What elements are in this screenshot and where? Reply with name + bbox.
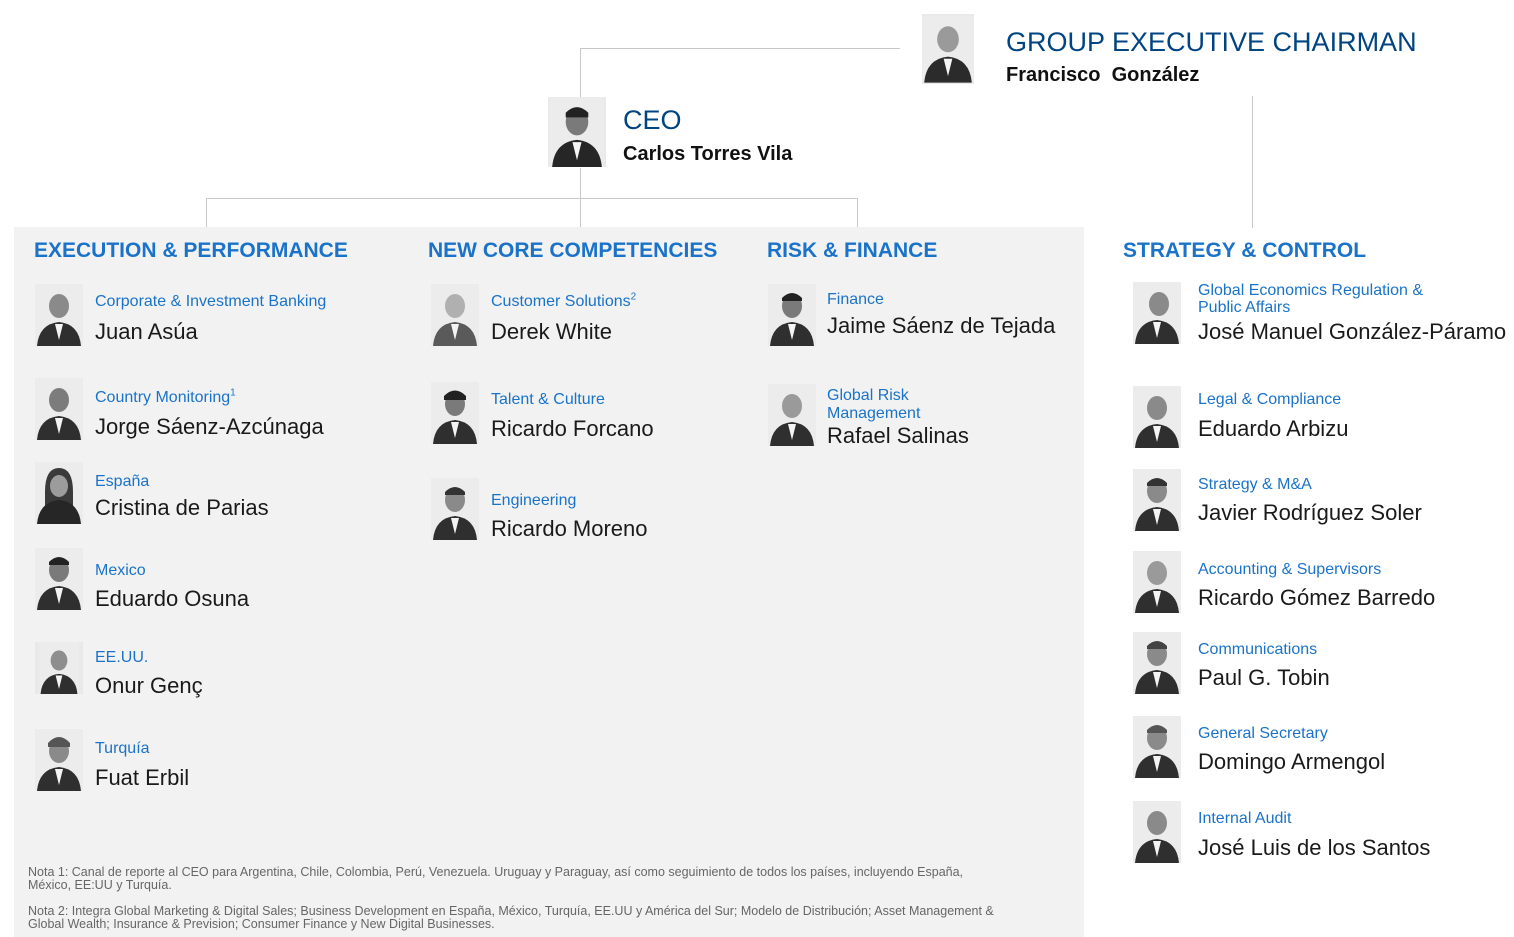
person-role: Legal & Compliance (1198, 391, 1342, 408)
person-name: Fuat Erbil (95, 765, 190, 790)
section-title-execution: EXECUTION & PERFORMANCE (34, 239, 348, 262)
person-photo (1133, 551, 1181, 613)
person-role: Corporate & Investment Banking (95, 293, 327, 310)
person-name: José Manuel González-Páramo (1198, 319, 1507, 344)
connector-line (1252, 96, 1253, 228)
person-role: Engineering (491, 492, 577, 509)
ceo-name: Carlos Torres Vila (623, 143, 793, 165)
person-name: Eduardo Arbizu (1198, 416, 1349, 441)
person-photo (1133, 386, 1181, 448)
person-role: Communications (1198, 641, 1318, 658)
person-name: Eduardo Osuna (95, 586, 250, 611)
person-role: España (95, 473, 150, 490)
person-photo (35, 548, 83, 610)
section-title-core: NEW CORE COMPETENCIES (428, 239, 718, 262)
person-name: Ricardo Gómez Barredo (1198, 585, 1436, 610)
connector-line (580, 168, 581, 198)
footnote-marker: 1 (230, 387, 236, 399)
person-photo (35, 642, 83, 694)
person-role: Finance (827, 291, 884, 308)
chairman-role: GROUP EXECUTIVE CHAIRMAN (1006, 27, 1417, 57)
person-role-text: Customer Solutions (491, 293, 631, 310)
person-name: Juan Asúa (95, 319, 198, 344)
person-name: Javier Rodríguez Soler (1198, 500, 1422, 525)
person-role: General Secretary (1198, 725, 1328, 742)
person-name: José Luis de los Santos (1198, 835, 1431, 860)
person-name: Rafael Salinas (827, 423, 969, 448)
person-role: EE.UU. (95, 649, 149, 666)
connector-line (857, 198, 858, 227)
person-photo (768, 384, 816, 446)
person-role: Global Risk Management (827, 387, 921, 422)
person-name: Domingo Armengol (1198, 749, 1386, 774)
connector-line (580, 48, 581, 100)
person-photo (1133, 632, 1181, 694)
person-photo (431, 478, 479, 540)
person-photo (35, 284, 83, 346)
ceo-role: CEO (623, 105, 682, 135)
person-photo (431, 382, 479, 444)
connector-line (580, 48, 900, 49)
connector-line (580, 198, 581, 227)
person-photo (35, 378, 83, 440)
person-name: Derek White (491, 319, 613, 344)
person-photo (1133, 801, 1181, 863)
person-photo (768, 284, 816, 346)
person-name: Onur Genç (95, 673, 203, 698)
person-photo (35, 462, 83, 524)
person-role: Strategy & M&A (1198, 476, 1312, 493)
person-name: Jaime Sáenz de Tejada (827, 313, 1056, 338)
person-role: Global Economics Regulation & Public Aff… (1198, 282, 1424, 316)
person-role: Customer Solutions2 (491, 291, 637, 310)
connector-line (206, 198, 207, 227)
chairman-name: Francisco González (1006, 64, 1200, 86)
ceo-photo (548, 97, 606, 167)
chairman-photo (922, 14, 974, 84)
person-name: Paul G. Tobin (1198, 665, 1330, 690)
person-photo (1133, 282, 1181, 344)
section-title-strategy: STRATEGY & CONTROL (1123, 239, 1367, 262)
person-role: Country Monitoring1 (95, 387, 236, 406)
person-role: Turquía (95, 740, 150, 757)
person-name: Ricardo Forcano (491, 416, 654, 441)
person-photo (431, 284, 479, 346)
person-photo (1133, 469, 1181, 531)
person-photo (35, 729, 83, 791)
person-role: Mexico (95, 562, 146, 579)
person-name: Ricardo Moreno (491, 516, 648, 541)
footnote-marker: 2 (630, 291, 637, 303)
footnote-1: Nota 1: Canal de reporte al CEO para Arg… (28, 865, 964, 892)
person-photo (1133, 716, 1181, 778)
person-role: Talent & Culture (491, 391, 605, 408)
person-role-text: Country Monitoring (95, 389, 231, 406)
person-role: Internal Audit (1198, 810, 1292, 827)
person-name: Jorge Sáenz-Azcúnaga (95, 414, 324, 439)
person-name: Cristina de Parias (95, 495, 269, 520)
footnote-2: Nota 2: Integra Global Marketing & Digit… (28, 904, 994, 931)
connector-line (206, 198, 858, 199)
person-role: Accounting & Supervisors (1198, 561, 1382, 578)
section-title-risk: RISK & FINANCE (767, 239, 938, 262)
